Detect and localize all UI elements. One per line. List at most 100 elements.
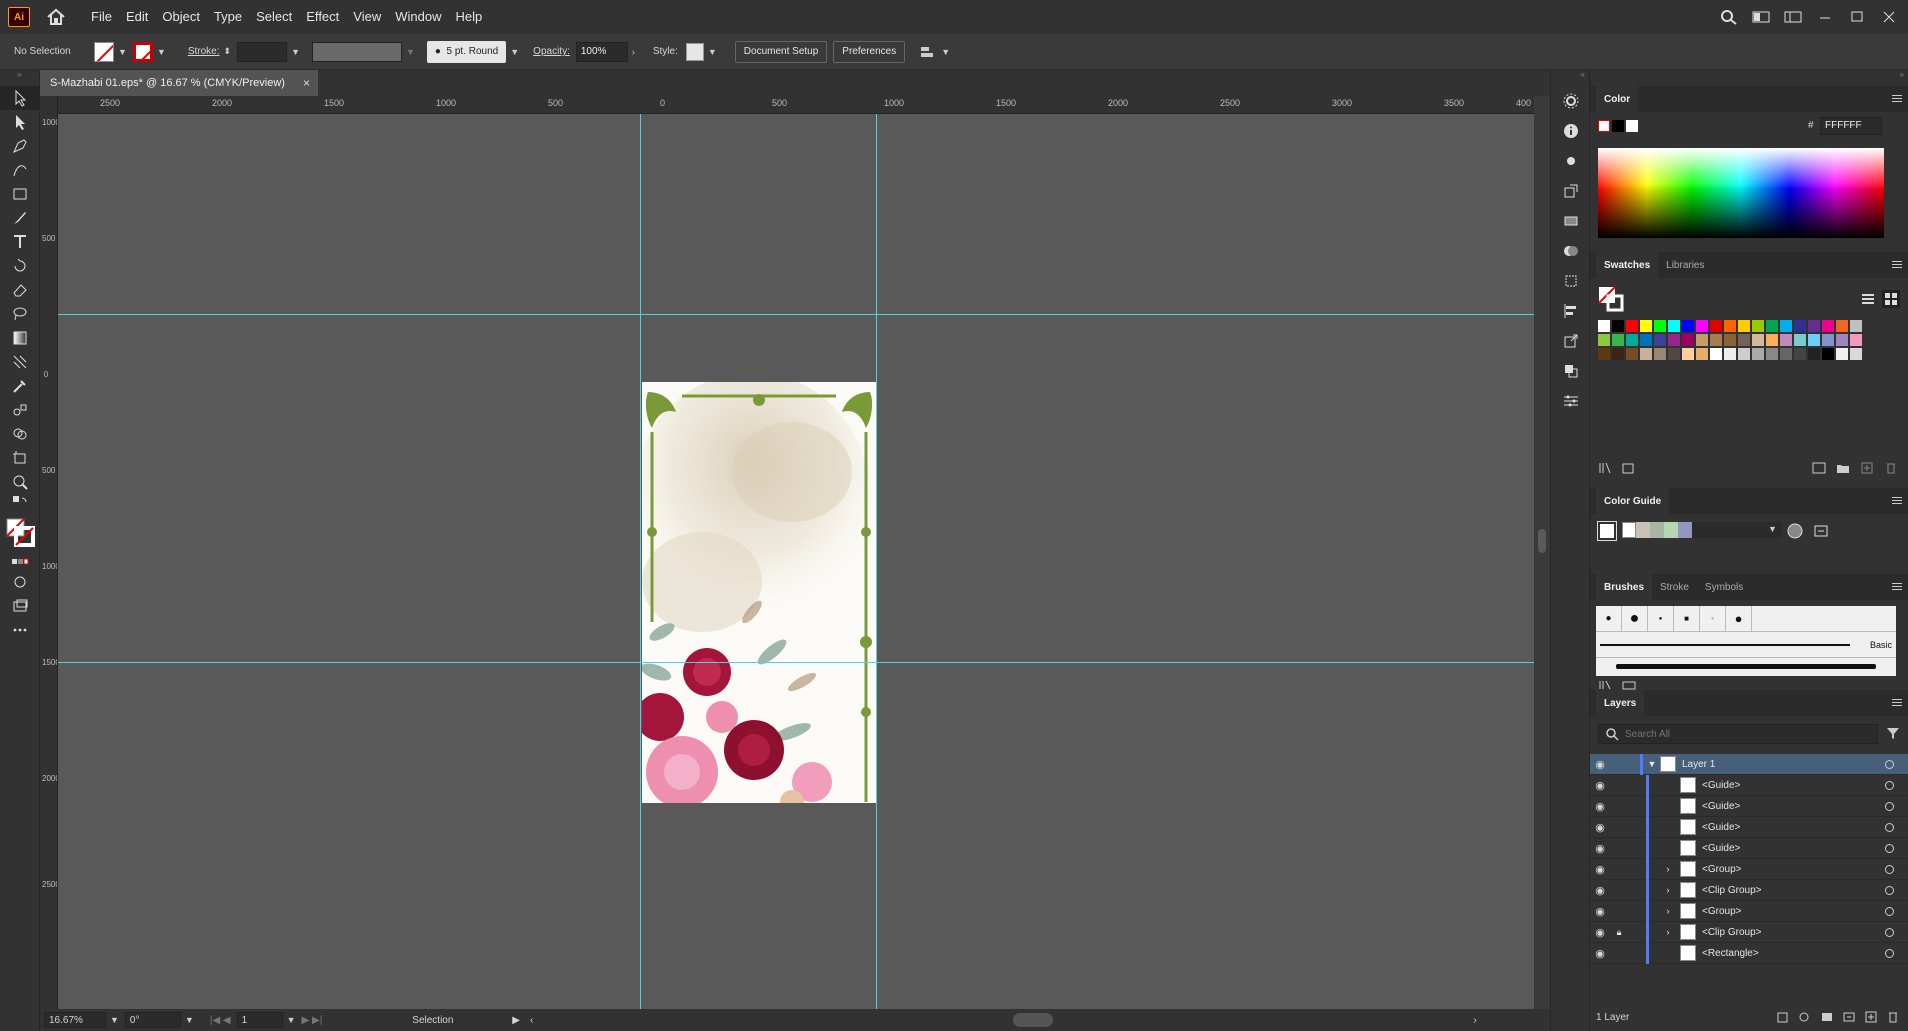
grid-view-icon[interactable]: [1882, 290, 1900, 308]
fill-stroke-swatch-icon[interactable]: [1598, 286, 1624, 312]
sublayer-row[interactable]: ◉ <Guide>: [1590, 817, 1908, 838]
new-color-group-icon[interactable]: [1836, 462, 1850, 474]
pen-tool[interactable]: [0, 134, 40, 158]
menu-select[interactable]: Select: [249, 0, 299, 34]
color-swatch[interactable]: [1808, 348, 1820, 360]
hex-input[interactable]: FFFFFF: [1820, 117, 1882, 135]
color-swatch[interactable]: [1710, 348, 1722, 360]
stroke-weight-field[interactable]: [237, 41, 288, 62]
fill-stroke-indicator[interactable]: [0, 512, 40, 552]
guide-vertical[interactable]: [876, 114, 877, 1009]
eye-icon[interactable]: ◉: [1590, 863, 1610, 876]
color-swatch[interactable]: [1752, 334, 1764, 346]
color-swatch[interactable]: [1654, 334, 1666, 346]
stepper-icon[interactable]: ⬍: [224, 46, 232, 57]
color-swatch[interactable]: [1696, 348, 1708, 360]
arrange-documents-icon[interactable]: [1784, 9, 1802, 25]
menu-view[interactable]: View: [346, 0, 388, 34]
layers-search[interactable]: [1598, 724, 1878, 744]
chevron-down-icon[interactable]: ▼: [157, 47, 166, 57]
chevron-right-icon[interactable]: ›: [632, 47, 635, 57]
layer-name[interactable]: Layer 1: [1682, 759, 1715, 770]
gradient-tool[interactable]: [0, 326, 40, 350]
sublayer-row[interactable]: ◉ <Guide>: [1590, 796, 1908, 817]
layer-name[interactable]: <Group>: [1702, 906, 1741, 917]
sublayer-row[interactable]: ◉ › <Clip Group>: [1590, 880, 1908, 901]
status-menu-icon[interactable]: ▶: [512, 1015, 520, 1026]
mesh-tool[interactable]: [0, 350, 40, 374]
color-swatch[interactable]: [1780, 320, 1792, 332]
panel-menu-icon[interactable]: [1892, 495, 1902, 505]
chevron-down-icon[interactable]: ▼: [708, 47, 717, 57]
color-swatch[interactable]: [1668, 334, 1680, 346]
color-swatch[interactable]: [1598, 320, 1610, 332]
brush-dot-small[interactable]: ●: [1596, 606, 1622, 631]
swatch-libraries-icon[interactable]: [1598, 462, 1612, 474]
color-swatch[interactable]: [1822, 334, 1834, 346]
target-icon[interactable]: [1885, 780, 1894, 790]
color-panel-tab[interactable]: Color: [1596, 86, 1639, 112]
color-swatch[interactable]: [1640, 348, 1652, 360]
appearance-panel-button[interactable]: [1551, 146, 1591, 176]
color-swatch[interactable]: [1738, 334, 1750, 346]
draw-mode-tool[interactable]: [0, 570, 40, 594]
eyedropper-tool[interactable]: [0, 374, 40, 398]
brush-dot-tiny[interactable]: ●: [1648, 606, 1674, 631]
color-swatch[interactable]: [1752, 348, 1764, 360]
swatch-options-icon[interactable]: [1812, 462, 1826, 474]
libraries-tab[interactable]: Libraries: [1658, 252, 1712, 278]
locate-object-icon[interactable]: [1798, 1011, 1812, 1023]
eraser-tool[interactable]: [0, 278, 40, 302]
document-tab[interactable]: S-Mazhabi 01.eps* @ 16.67 % (CMYK/Previe…: [40, 70, 318, 96]
layer-name[interactable]: <Guide>: [1702, 822, 1740, 833]
menu-edit[interactable]: Edit: [119, 0, 155, 34]
color-swatch[interactable]: [1640, 334, 1652, 346]
brush-dot-large[interactable]: ●: [1622, 606, 1648, 631]
target-icon[interactable]: [1885, 927, 1894, 937]
shape-builder-tool[interactable]: [0, 422, 40, 446]
color-swatch[interactable]: [1836, 348, 1848, 360]
lock-icon[interactable]: 🔒︎: [1610, 927, 1628, 938]
color-swatch[interactable]: [1780, 348, 1792, 360]
stroke-tab[interactable]: Stroke: [1652, 574, 1697, 600]
color-swatch[interactable]: [1626, 348, 1638, 360]
target-icon[interactable]: [1885, 864, 1894, 874]
expand-toggle-icon[interactable]: ›: [1660, 927, 1676, 937]
color-swatch[interactable]: [1696, 334, 1708, 346]
layer-name[interactable]: <Clip Group>: [1702, 885, 1761, 896]
brushes-list[interactable]: ● ● ● ■ ● ● Basic: [1596, 606, 1896, 676]
align-icon[interactable]: [919, 44, 937, 60]
color-swatch[interactable]: [1682, 348, 1694, 360]
color-swatch[interactable]: [1794, 334, 1806, 346]
preferences-button[interactable]: Preferences: [833, 40, 906, 63]
stroke-swatch[interactable]: [132, 41, 153, 62]
color-swatch[interactable]: [1654, 348, 1666, 360]
chevron-down-icon[interactable]: ▼: [510, 47, 519, 57]
base-color-swatch[interactable]: [1597, 521, 1617, 541]
panel-menu-icon[interactable]: [1892, 93, 1902, 103]
search-icon[interactable]: [1720, 9, 1738, 25]
edit-colors-icon[interactable]: [1812, 522, 1830, 540]
guide-horizontal[interactable]: [58, 662, 1534, 663]
eye-icon[interactable]: ◉: [1590, 842, 1610, 855]
canvas[interactable]: [58, 114, 1534, 1009]
brushes-tab[interactable]: Brushes: [1596, 574, 1653, 600]
layers-search-input[interactable]: [1625, 728, 1865, 740]
new-sublayer-icon[interactable]: [1842, 1011, 1856, 1023]
eye-icon[interactable]: ◉: [1590, 926, 1610, 939]
menu-effect[interactable]: Effect: [299, 0, 346, 34]
brush-dot-oval[interactable]: ■: [1674, 606, 1700, 631]
swatches-tab[interactable]: Swatches: [1596, 252, 1659, 278]
eye-icon[interactable]: ◉: [1590, 884, 1610, 897]
opacity-field[interactable]: 100%: [575, 41, 628, 62]
sublayer-row[interactable]: ◉ 🔒︎ › <Clip Group>: [1590, 922, 1908, 943]
paintbrush-tool[interactable]: [0, 206, 40, 230]
color-swatch[interactable]: [1710, 320, 1722, 332]
color-swatch[interactable]: [1766, 334, 1778, 346]
artboards-panel-button[interactable]: [1551, 266, 1591, 296]
color-swatch[interactable]: [1738, 348, 1750, 360]
workspace-icon[interactable]: [1752, 9, 1770, 25]
symbols-tab[interactable]: Symbols: [1697, 574, 1751, 600]
transform-panel-button[interactable]: [1551, 176, 1591, 206]
target-icon[interactable]: [1885, 843, 1894, 853]
